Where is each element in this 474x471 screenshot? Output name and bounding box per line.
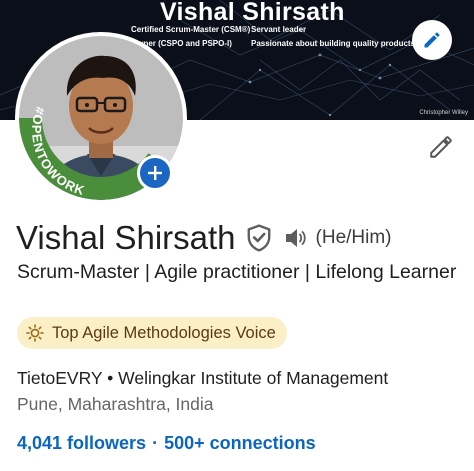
name-pronunciation-button[interactable] bbox=[284, 226, 308, 250]
location: Pune, Maharashtra, India bbox=[17, 394, 214, 414]
banner-name: Vishal Shirsath bbox=[160, 0, 345, 26]
pronouns: (He/Him) bbox=[315, 227, 392, 248]
stats-separator: · bbox=[152, 433, 159, 453]
top-voice-label: Top Agile Methodologies Voice bbox=[52, 323, 276, 342]
edit-profile-button[interactable] bbox=[424, 130, 458, 164]
svg-text:#OPENTOWORK: #OPENTOWORK bbox=[29, 105, 87, 198]
name-row: Vishal Shirsath (He/Him) bbox=[16, 218, 392, 258]
plus-icon bbox=[148, 166, 162, 180]
edit-banner-button[interactable] bbox=[412, 20, 452, 60]
pencil-icon bbox=[424, 32, 440, 48]
lightbulb-icon bbox=[26, 324, 44, 342]
speaker-icon bbox=[285, 229, 306, 247]
connections-link[interactable]: 500+ connections bbox=[164, 433, 316, 453]
pencil-icon bbox=[430, 136, 452, 158]
banner-tagline: Servant leader bbox=[251, 25, 307, 34]
profile-name: Vishal Shirsath bbox=[16, 219, 236, 256]
followers-link[interactable]: 4,041 followers bbox=[17, 433, 146, 453]
shield-check-icon bbox=[247, 224, 270, 252]
opentowork-label: #OPENTOWORK bbox=[29, 105, 86, 198]
add-button[interactable] bbox=[137, 155, 173, 191]
network-stats: 4,041 followers · 500+ connections bbox=[17, 433, 316, 454]
profile-headline: Scrum-Master | Agile practitioner | Life… bbox=[17, 261, 457, 283]
current-company-and-education[interactable]: TietoEVRY • Welingkar Institute of Manag… bbox=[17, 368, 388, 389]
banner-certification: Certified Scrum-Master (CSM®) bbox=[131, 25, 251, 34]
banner-tagline: Passionate about building quality produc… bbox=[251, 39, 418, 48]
top-voice-badge[interactable]: Top Agile Methodologies Voice bbox=[17, 317, 287, 349]
verification-badge[interactable] bbox=[246, 224, 272, 252]
banner-credit: Christopher Willey bbox=[419, 110, 468, 116]
